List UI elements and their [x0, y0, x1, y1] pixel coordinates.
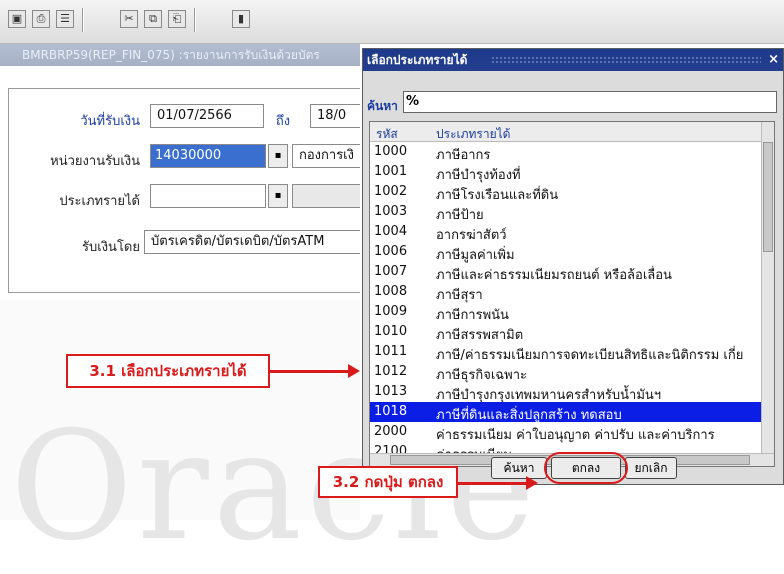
list-row[interactable]: 1000 ภาษีอากร: [370, 142, 762, 163]
annotation-arrow-head: [348, 364, 360, 378]
row-code: 1010: [374, 324, 408, 339]
copy-icon[interactable]: ⧉: [144, 10, 162, 28]
scroll-thumb[interactable]: [763, 142, 773, 252]
row-code: 1006: [374, 244, 408, 259]
search-input[interactable]: %: [403, 91, 777, 113]
list-row[interactable]: 1003 ภาษีป้าย: [370, 202, 762, 223]
toolbar-separator: [82, 8, 84, 32]
toolbar-separator: [194, 8, 196, 32]
method-field[interactable]: บัตรเครดิต/บัตรเดบิต/บัตรATM: [144, 230, 360, 254]
date-from-field[interactable]: 01/07/2566: [150, 104, 264, 128]
list-row[interactable]: 1012 ภาษีธุรกิจเฉพาะ: [370, 362, 762, 383]
list-row[interactable]: 1009 ภาษีการพนัน: [370, 302, 762, 323]
list-row[interactable]: 1011 ภาษี/ค่าธรรมเนียมการจดทะเบียนสิทธิแล…: [370, 342, 762, 363]
title-bar-grip: [491, 56, 761, 64]
list-row[interactable]: 1006 ภาษีมูลค่าเพิ่ม: [370, 242, 762, 263]
income-lov-button[interactable]: ▪: [268, 184, 288, 208]
list-row[interactable]: 1001 ภาษีบำรุงท้องที่: [370, 162, 762, 183]
row-code: 1004: [374, 224, 408, 239]
row-code: 1008: [374, 284, 408, 299]
close-icon[interactable]: ×: [768, 49, 779, 71]
list-row[interactable]: 1004 อากรฆ่าสัตว์: [370, 222, 762, 243]
annotation-step1: 3.1 เลือกประเภทรายได้: [66, 354, 270, 388]
row-code: 1002: [374, 184, 408, 199]
search-label: ค้นหา: [367, 99, 398, 113]
date-to-field[interactable]: 18/0: [310, 104, 360, 128]
list-row[interactable]: 1002 ภาษีโรงเรือนและที่ดิน: [370, 182, 762, 203]
row-code: 1000: [374, 144, 408, 159]
unit-lov-button[interactable]: ▪: [268, 144, 288, 168]
list-row[interactable]: 1010 ภาษีสรรพสามิต: [370, 322, 762, 343]
unit-label: หน่วยงานรับเงิน: [50, 154, 140, 169]
list-row[interactable]: 1008 ภาษีสุรา: [370, 282, 762, 303]
row-code: 1001: [374, 164, 408, 179]
window-icon[interactable]: ▣: [8, 10, 26, 28]
dialog-title-bar[interactable]: เลือกประเภทรายได้ ×: [363, 49, 783, 71]
find-button[interactable]: ค้นหา: [491, 457, 547, 479]
toolbar: ▣ ⎙ ☰ ✂ ⧉ ⎗ ▮: [0, 0, 784, 44]
income-label: ประเภทรายได้: [59, 194, 140, 209]
row-code: 1003: [374, 204, 408, 219]
list-row[interactable]: 1013 ภาษีบำรุงกรุงเทพมหานครสำหรับน้ำมันฯ: [370, 382, 762, 403]
method-label: รับเงินโดย: [82, 240, 140, 255]
unit-code-field[interactable]: 14030000: [150, 144, 266, 168]
cancel-button[interactable]: ยกเลิก: [625, 457, 677, 479]
print-icon[interactable]: ⎙: [32, 10, 50, 28]
list-row[interactable]: 1018 ภาษีที่ดินและสิ่งปลูกสร้าง ทดสอบ: [370, 402, 762, 423]
preview-icon[interactable]: ☰: [56, 10, 74, 28]
list-row[interactable]: 1007 ภาษีและค่าธรรมเนียมรถยนต์ หรือล้อเลื…: [370, 262, 762, 283]
lov-dialog: เลือกประเภทรายได้ × ค้นหา % รหัส ประเภทร…: [362, 48, 784, 485]
row-code: 1009: [374, 304, 408, 319]
annotation-step2: 3.2 กดปุ่ม ตกลง: [318, 466, 458, 498]
vertical-scrollbar[interactable]: [761, 122, 774, 454]
annotation-highlight-ok: [544, 452, 628, 484]
row-code: 1007: [374, 264, 408, 279]
list-row[interactable]: 2000 ค่าธรรมเนียม ค่าใบอนุญาต ค่าปรับ และ…: [370, 422, 762, 443]
row-code: 1012: [374, 364, 408, 379]
unit-name-field: กองการเงิ: [292, 144, 360, 168]
annotation-arrow: [458, 482, 528, 485]
income-field[interactable]: [150, 184, 266, 208]
row-code: 1018: [374, 404, 408, 419]
income-name-field: [292, 184, 360, 208]
date-label: วันที่รับเงิน: [80, 114, 140, 129]
annotation-arrow-head: [526, 476, 538, 490]
annotation-arrow: [270, 370, 350, 373]
cut-icon[interactable]: ✂: [120, 10, 138, 28]
list-header: รหัส ประเภทรายได้: [370, 122, 762, 142]
row-code: 1011: [374, 344, 408, 359]
window-title: BMRBRP59(REP_FIN_075) :รายงานการรับเงินด…: [0, 44, 360, 66]
to-label: ถึง: [275, 114, 291, 129]
row-code: 1013: [374, 384, 408, 399]
paste-icon[interactable]: ⎗: [168, 10, 186, 28]
dialog-title: เลือกประเภทรายได้: [367, 53, 468, 67]
income-type-list: รหัส ประเภทรายได้ 1000 ภาษีอากร 1001 ภาษีบำ…: [369, 121, 775, 467]
help-icon[interactable]: ▮: [232, 10, 250, 28]
row-code: 2000: [374, 424, 408, 439]
